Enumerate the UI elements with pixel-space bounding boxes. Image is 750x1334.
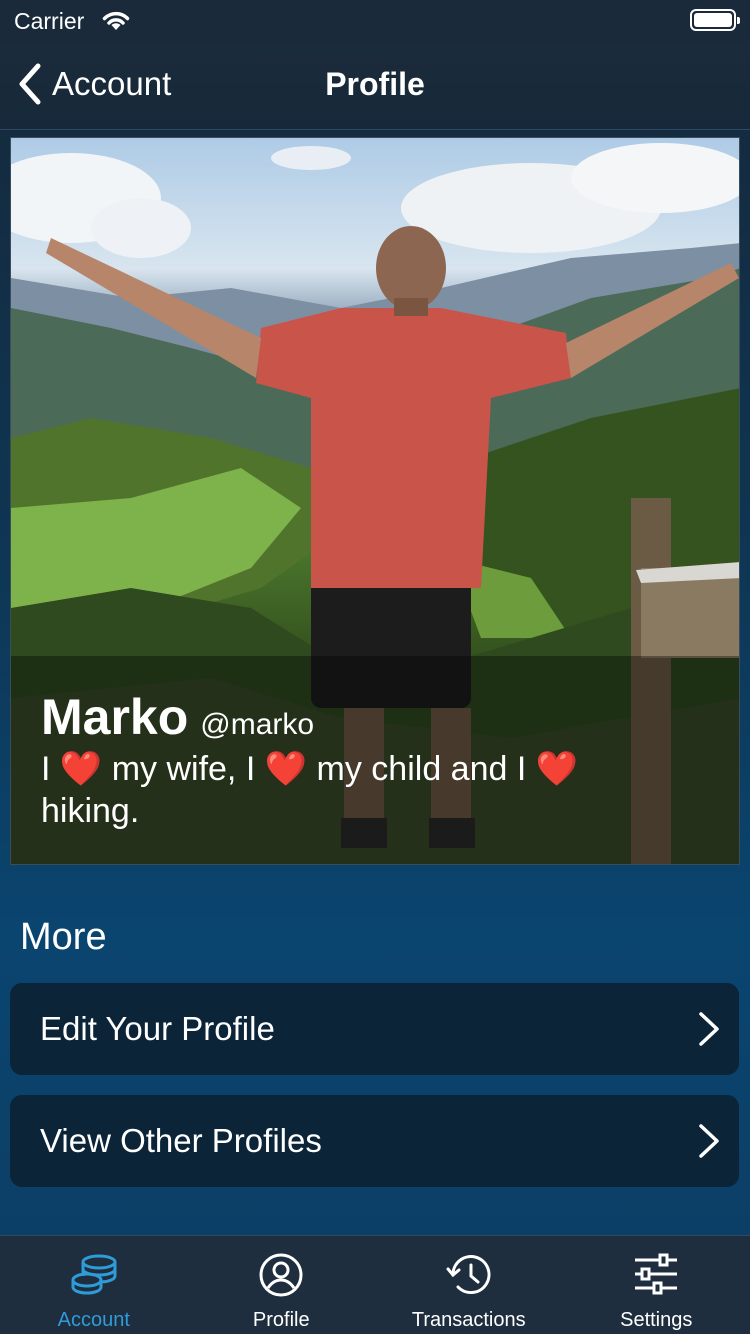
view-other-profiles-row[interactable]: View Other Profiles xyxy=(10,1095,739,1187)
tab-settings[interactable]: Settings xyxy=(563,1236,750,1334)
tab-account[interactable]: Account xyxy=(0,1236,188,1334)
profile-bio: I ❤️ my wife, I ❤️ my child and I ❤️ hik… xyxy=(41,748,581,832)
sliders-icon xyxy=(635,1253,678,1295)
carrier-label: Carrier xyxy=(14,8,85,34)
tab-label: Account xyxy=(57,1309,130,1331)
history-icon xyxy=(446,1255,491,1295)
tab-profile[interactable]: Profile xyxy=(188,1236,376,1334)
navigation-bar: Account Profile xyxy=(0,42,750,130)
bio-part: I xyxy=(41,750,51,788)
profile-photo-card: Marko @marko I ❤️ my wife, I ❤️ my child… xyxy=(10,137,740,865)
wifi-icon xyxy=(102,11,130,30)
row-label: View Other Profiles xyxy=(40,1122,322,1159)
section-title-more: More xyxy=(20,916,107,958)
tab-label: Transactions xyxy=(411,1309,526,1331)
chevron-right-icon xyxy=(699,1124,719,1158)
heart-icon: ❤️ xyxy=(264,750,308,788)
profile-caption: Marko @marko I ❤️ my wife, I ❤️ my child… xyxy=(11,656,739,864)
bio-part: hiking. xyxy=(41,792,140,830)
person-circle-icon xyxy=(259,1253,303,1297)
battery-icon xyxy=(690,9,740,31)
bio-part: my child and I xyxy=(316,750,527,788)
page-title: Profile xyxy=(325,66,425,102)
chevron-right-icon xyxy=(699,1012,719,1046)
tab-transactions[interactable]: Transactions xyxy=(375,1236,563,1334)
row-label: Edit Your Profile xyxy=(40,1010,275,1047)
tab-label: Settings xyxy=(620,1309,693,1331)
profile-name: Marko xyxy=(41,689,189,745)
tab-label: Profile xyxy=(252,1309,310,1331)
heart-icon: ❤️ xyxy=(535,750,579,788)
tab-bar: Account Profile Transactions Settings xyxy=(0,1235,750,1334)
status-bar: Carrier xyxy=(0,0,750,42)
edit-profile-row[interactable]: Edit Your Profile xyxy=(10,983,739,1075)
coins-icon xyxy=(71,1254,117,1295)
heart-icon: ❤️ xyxy=(59,750,103,788)
profile-handle: @marko xyxy=(200,708,315,741)
bio-part: my wife, I xyxy=(111,750,256,788)
